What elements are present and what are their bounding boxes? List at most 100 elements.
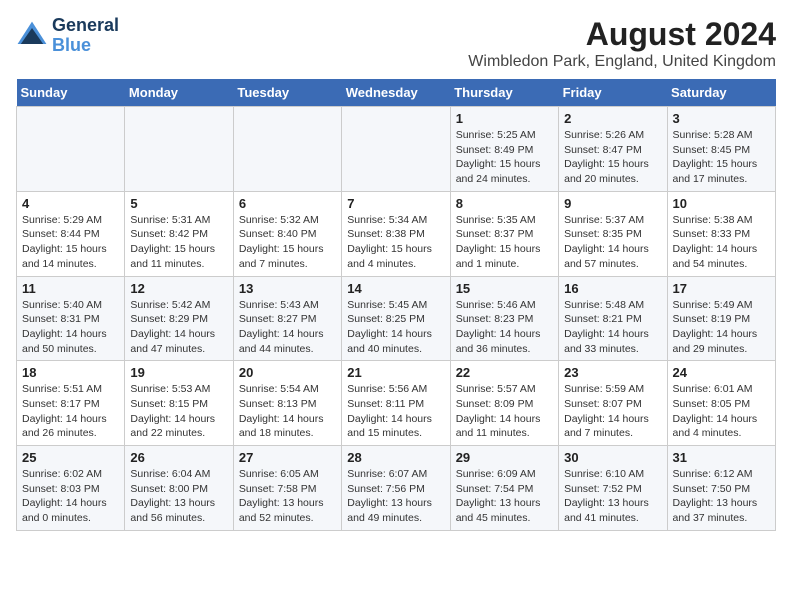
day-number: 1	[456, 111, 553, 126]
day-info: Sunrise: 5:49 AM Sunset: 8:19 PM Dayligh…	[673, 298, 770, 357]
calendar-cell: 28 Sunrise: 6:07 AM Sunset: 7:56 PM Dayli…	[342, 446, 450, 531]
day-number: 13	[239, 281, 336, 296]
day-number: 4	[22, 196, 119, 211]
calendar-cell: 24 Sunrise: 6:01 AM Sunset: 8:05 PM Dayli…	[667, 361, 775, 446]
day-info: Sunrise: 5:48 AM Sunset: 8:21 PM Dayligh…	[564, 298, 661, 357]
calendar-cell: 13 Sunrise: 5:43 AM Sunset: 8:27 PM Dayli…	[233, 276, 341, 361]
calendar-cell: 6 Sunrise: 5:32 AM Sunset: 8:40 PM Daylig…	[233, 191, 341, 276]
day-info: Sunrise: 5:25 AM Sunset: 8:49 PM Dayligh…	[456, 128, 553, 187]
calendar-cell: 10Sunrise: 5:38 AM Sunset: 8:33 PM Dayli…	[667, 191, 775, 276]
day-info: Sunrise: 5:54 AM Sunset: 8:13 PM Dayligh…	[239, 382, 336, 441]
day-number: 3	[673, 111, 770, 126]
day-info: Sunrise: 5:40 AM Sunset: 8:31 PM Dayligh…	[22, 298, 119, 357]
calendar-cell	[342, 107, 450, 192]
day-number: 8	[456, 196, 553, 211]
calendar-cell: 11 Sunrise: 5:40 AM Sunset: 8:31 PM Dayli…	[17, 276, 125, 361]
calendar-cell: 1 Sunrise: 5:25 AM Sunset: 8:49 PM Daylig…	[450, 107, 558, 192]
day-number: 28	[347, 450, 444, 465]
day-info: Sunrise: 5:59 AM Sunset: 8:07 PM Dayligh…	[564, 382, 661, 441]
day-number: 17	[673, 281, 770, 296]
calendar-cell: 31Sunrise: 6:12 AM Sunset: 7:50 PM Dayli…	[667, 446, 775, 531]
calendar-cell: 17 Sunrise: 5:49 AM Sunset: 8:19 PM Dayli…	[667, 276, 775, 361]
day-number: 12	[130, 281, 227, 296]
day-number: 15	[456, 281, 553, 296]
day-info: Sunrise: 5:26 AM Sunset: 8:47 PM Dayligh…	[564, 128, 661, 187]
day-number: 19	[130, 365, 227, 380]
day-number: 9	[564, 196, 661, 211]
calendar-cell	[125, 107, 233, 192]
calendar-cell	[233, 107, 341, 192]
calendar-cell: 4 Sunrise: 5:29 AM Sunset: 8:44 PM Daylig…	[17, 191, 125, 276]
day-info: Sunrise: 5:53 AM Sunset: 8:15 PM Dayligh…	[130, 382, 227, 441]
column-header-wednesday: Wednesday	[342, 79, 450, 107]
logo-line2: Blue	[52, 36, 119, 56]
day-info: Sunrise: 5:31 AM Sunset: 8:42 PM Dayligh…	[130, 213, 227, 272]
day-info: Sunrise: 5:28 AM Sunset: 8:45 PM Dayligh…	[673, 128, 770, 187]
column-header-sunday: Sunday	[17, 79, 125, 107]
day-info: Sunrise: 5:43 AM Sunset: 8:27 PM Dayligh…	[239, 298, 336, 357]
day-info: Sunrise: 5:34 AM Sunset: 8:38 PM Dayligh…	[347, 213, 444, 272]
calendar-cell: 19 Sunrise: 5:53 AM Sunset: 8:15 PM Dayli…	[125, 361, 233, 446]
calendar-week-5: 25 Sunrise: 6:02 AM Sunset: 8:03 PM Dayli…	[17, 446, 776, 531]
calendar-header-row: SundayMondayTuesdayWednesdayThursdayFrid…	[17, 79, 776, 107]
page-subtitle: Wimbledon Park, England, United Kingdom	[468, 53, 776, 71]
calendar-cell: 7 Sunrise: 5:34 AM Sunset: 8:38 PM Daylig…	[342, 191, 450, 276]
day-number: 11	[22, 281, 119, 296]
day-number: 21	[347, 365, 444, 380]
day-number: 14	[347, 281, 444, 296]
day-info: Sunrise: 5:32 AM Sunset: 8:40 PM Dayligh…	[239, 213, 336, 272]
calendar-week-4: 18 Sunrise: 5:51 AM Sunset: 8:17 PM Dayli…	[17, 361, 776, 446]
column-header-monday: Monday	[125, 79, 233, 107]
calendar-cell	[17, 107, 125, 192]
calendar-cell: 22Sunrise: 5:57 AM Sunset: 8:09 PM Dayli…	[450, 361, 558, 446]
page-header: General Blue August 2024 Wimbledon Park,…	[16, 16, 776, 71]
day-info: Sunrise: 5:29 AM Sunset: 8:44 PM Dayligh…	[22, 213, 119, 272]
calendar-cell: 25 Sunrise: 6:02 AM Sunset: 8:03 PM Dayli…	[17, 446, 125, 531]
column-header-friday: Friday	[559, 79, 667, 107]
calendar-cell: 18 Sunrise: 5:51 AM Sunset: 8:17 PM Dayli…	[17, 361, 125, 446]
calendar-week-1: 1 Sunrise: 5:25 AM Sunset: 8:49 PM Daylig…	[17, 107, 776, 192]
calendar-cell: 29Sunrise: 6:09 AM Sunset: 7:54 PM Dayli…	[450, 446, 558, 531]
day-info: Sunrise: 5:37 AM Sunset: 8:35 PM Dayligh…	[564, 213, 661, 272]
day-number: 25	[22, 450, 119, 465]
day-info: Sunrise: 6:09 AM Sunset: 7:54 PM Dayligh…	[456, 467, 553, 526]
day-info: Sunrise: 6:01 AM Sunset: 8:05 PM Dayligh…	[673, 382, 770, 441]
day-info: Sunrise: 6:04 AM Sunset: 8:00 PM Dayligh…	[130, 467, 227, 526]
day-number: 16	[564, 281, 661, 296]
column-header-tuesday: Tuesday	[233, 79, 341, 107]
page-title: August 2024	[468, 16, 776, 53]
day-info: Sunrise: 6:02 AM Sunset: 8:03 PM Dayligh…	[22, 467, 119, 526]
day-number: 10	[673, 196, 770, 211]
calendar-cell: 26Sunrise: 6:04 AM Sunset: 8:00 PM Dayli…	[125, 446, 233, 531]
calendar-cell: 14 Sunrise: 5:45 AM Sunset: 8:25 PM Dayli…	[342, 276, 450, 361]
calendar-cell: 27 Sunrise: 6:05 AM Sunset: 7:58 PM Dayli…	[233, 446, 341, 531]
calendar-cell: 30Sunrise: 6:10 AM Sunset: 7:52 PM Dayli…	[559, 446, 667, 531]
day-info: Sunrise: 6:05 AM Sunset: 7:58 PM Dayligh…	[239, 467, 336, 526]
day-info: Sunrise: 5:45 AM Sunset: 8:25 PM Dayligh…	[347, 298, 444, 357]
calendar-cell: 12Sunrise: 5:42 AM Sunset: 8:29 PM Dayli…	[125, 276, 233, 361]
column-header-saturday: Saturday	[667, 79, 775, 107]
day-number: 6	[239, 196, 336, 211]
calendar-cell: 23Sunrise: 5:59 AM Sunset: 8:07 PM Dayli…	[559, 361, 667, 446]
day-number: 7	[347, 196, 444, 211]
day-info: Sunrise: 5:57 AM Sunset: 8:09 PM Dayligh…	[456, 382, 553, 441]
day-info: Sunrise: 6:10 AM Sunset: 7:52 PM Dayligh…	[564, 467, 661, 526]
calendar-cell: 20Sunrise: 5:54 AM Sunset: 8:13 PM Dayli…	[233, 361, 341, 446]
day-number: 24	[673, 365, 770, 380]
title-block: August 2024 Wimbledon Park, England, Uni…	[468, 16, 776, 71]
day-number: 27	[239, 450, 336, 465]
day-info: Sunrise: 5:35 AM Sunset: 8:37 PM Dayligh…	[456, 213, 553, 272]
calendar-cell: 9 Sunrise: 5:37 AM Sunset: 8:35 PM Daylig…	[559, 191, 667, 276]
calendar-cell: 21 Sunrise: 5:56 AM Sunset: 8:11 PM Dayli…	[342, 361, 450, 446]
day-info: Sunrise: 6:07 AM Sunset: 7:56 PM Dayligh…	[347, 467, 444, 526]
day-info: Sunrise: 5:46 AM Sunset: 8:23 PM Dayligh…	[456, 298, 553, 357]
day-number: 18	[22, 365, 119, 380]
day-info: Sunrise: 5:51 AM Sunset: 8:17 PM Dayligh…	[22, 382, 119, 441]
day-info: Sunrise: 5:56 AM Sunset: 8:11 PM Dayligh…	[347, 382, 444, 441]
calendar-cell: 5Sunrise: 5:31 AM Sunset: 8:42 PM Daylig…	[125, 191, 233, 276]
calendar-cell: 16 Sunrise: 5:48 AM Sunset: 8:21 PM Dayli…	[559, 276, 667, 361]
calendar-cell: 2Sunrise: 5:26 AM Sunset: 8:47 PM Daylig…	[559, 107, 667, 192]
calendar-cell: 15 Sunrise: 5:46 AM Sunset: 8:23 PM Dayli…	[450, 276, 558, 361]
calendar-table: SundayMondayTuesdayWednesdayThursdayFrid…	[16, 79, 776, 531]
logo: General Blue	[16, 16, 119, 56]
